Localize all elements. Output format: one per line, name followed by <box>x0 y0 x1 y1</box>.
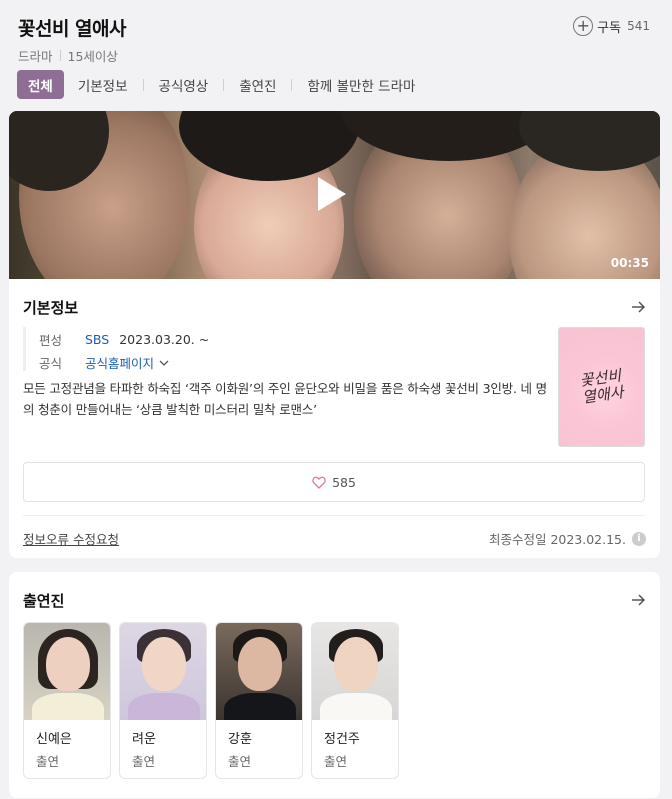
official-homepage-link[interactable]: 공식홈페이지 <box>85 353 154 372</box>
cast-name: 신예은 <box>36 732 72 747</box>
cast-item[interactable]: 강훈 출연 <box>215 622 303 779</box>
divider <box>23 515 645 516</box>
arrow-right-icon[interactable] <box>630 299 646 315</box>
cast-role: 출연 <box>132 754 156 769</box>
tab-divider <box>291 78 293 91</box>
cast-role: 출연 <box>228 754 252 769</box>
cast-role: 출연 <box>324 754 348 769</box>
cast-item[interactable]: 신예은 출연 <box>23 622 111 779</box>
cast-photo-body <box>320 693 392 720</box>
cast-item[interactable]: 려운 출연 <box>119 622 207 779</box>
video-duration: 00:35 <box>610 256 649 270</box>
last-modified-text: 최종수정일 2023.02.15. <box>488 532 626 547</box>
cast-photo <box>120 623 206 720</box>
cast-photo-body <box>32 693 104 720</box>
info-icon[interactable]: i <box>632 531 646 546</box>
tab-basic-info[interactable]: 기본정보 <box>69 75 137 95</box>
cast-photo <box>24 623 110 720</box>
cast-role: 출연 <box>36 754 60 769</box>
cast-photo-face <box>238 637 282 691</box>
cast-list: 신예은 출연 려운 출연 강훈 출연 정건주 출연 <box>23 622 407 779</box>
basic-info-card: 00:35 기본정보 편성 SBS 2023.03.20. ~ 공식 공식홈페이… <box>9 111 660 558</box>
tab-similar-dramas[interactable]: 함께 볼만한 드라마 <box>298 75 424 95</box>
meta-info: 드라마 15세이상 <box>18 46 118 65</box>
broadcast-label: 편성 <box>39 333 63 348</box>
cast-name: 려운 <box>132 732 156 747</box>
tab-all[interactable]: 전체 <box>17 70 64 99</box>
description: 모든 고정관념을 타파한 하숙집 ‘객주 이화원’의 주인 윤단오와 비밀을 품… <box>23 381 547 417</box>
arrow-right-icon[interactable] <box>630 592 646 608</box>
poster-logo-line: 열애사 <box>580 383 625 407</box>
report-error-link[interactable]: 정보오류 수정요청 <box>23 529 119 548</box>
cast-item[interactable]: 정건주 출연 <box>311 622 399 779</box>
cast-title: 출연진 <box>23 592 65 610</box>
cast-photo-face <box>46 637 90 691</box>
cast-photo-body <box>224 693 296 720</box>
header: 꽃선비 열애사 드라마 15세이상 + 구독 541 전체 기본정보 공식영상 … <box>0 0 672 108</box>
like-button[interactable]: 585 <box>23 462 645 502</box>
subscribe-label: 구독 <box>597 20 622 36</box>
tab-official-video[interactable]: 공식영상 <box>150 75 218 95</box>
chevron-down-icon[interactable] <box>158 357 170 369</box>
page-title: 꽃선비 열애사 <box>18 18 127 40</box>
cast-photo-body <box>128 693 200 720</box>
like-count: 585 <box>332 474 356 490</box>
cast-card: 출연진 신예은 출연 려운 출연 강훈 출연 정건주 출연 <box>9 572 660 798</box>
cast-name: 강훈 <box>228 732 252 747</box>
heart-icon <box>312 476 326 489</box>
tab-cast[interactable]: 출연진 <box>230 75 285 95</box>
rating-label: 15세이상 <box>67 49 118 64</box>
cast-photo-face <box>334 637 378 691</box>
genre-label: 드라마 <box>18 49 53 64</box>
subscribe-button[interactable]: + 구독 541 <box>573 16 650 36</box>
cast-name: 정건주 <box>324 732 360 747</box>
plus-circle-icon: + <box>573 16 594 36</box>
broadcaster-link[interactable]: SBS <box>85 332 109 347</box>
cast-photo <box>312 623 398 720</box>
tab-bar: 전체 기본정보 공식영상 출연진 함께 볼만한 드라마 <box>17 70 424 99</box>
cast-photo-face <box>142 637 186 691</box>
info-bar <box>23 327 26 371</box>
official-label: 공식 <box>39 356 63 371</box>
tab-divider <box>223 78 225 91</box>
video-thumbnail[interactable]: 00:35 <box>9 111 660 279</box>
thumbnail-figure <box>179 111 359 181</box>
basic-info-title: 기본정보 <box>23 299 79 317</box>
poster-image[interactable]: 꽃선비 열애사 <box>558 327 645 447</box>
tab-divider <box>142 78 144 91</box>
broadcast-row: 편성 SBS 2023.03.20. ~ <box>39 330 209 349</box>
subscribe-count: 541 <box>627 19 650 33</box>
last-modified: 최종수정일 2023.02.15. i <box>489 529 646 548</box>
air-date: 2023.03.20. ~ <box>119 332 210 347</box>
official-row: 공식 공식홈페이지 <box>39 353 170 372</box>
poster-logo: 꽃선비 열애사 <box>578 366 625 407</box>
meta-divider <box>59 50 61 61</box>
play-icon[interactable] <box>318 177 346 211</box>
cast-photo <box>216 623 302 720</box>
